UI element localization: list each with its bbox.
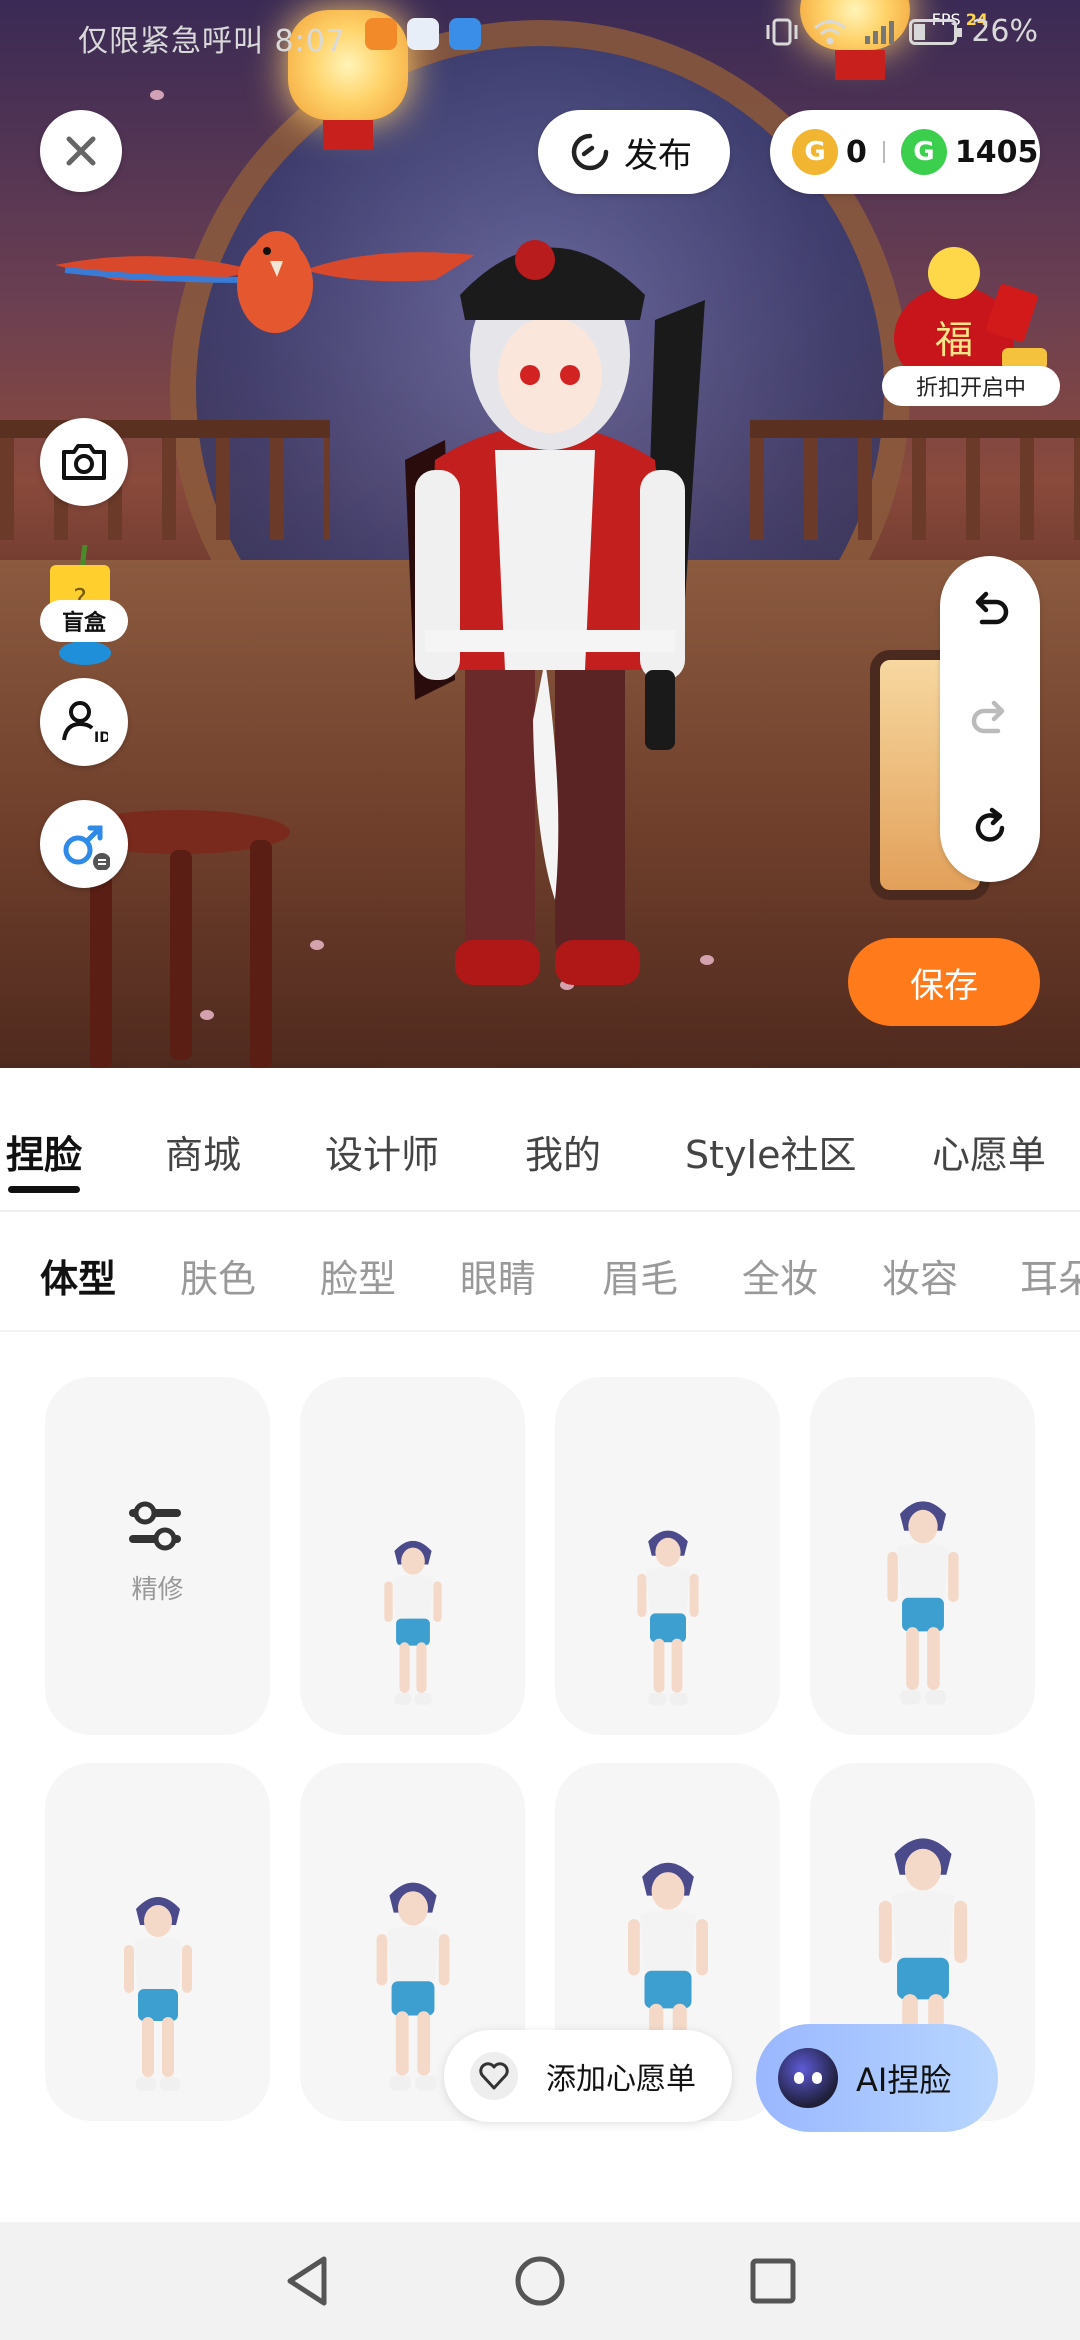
petal [310, 940, 324, 950]
subtab-eyebrows[interactable]: 眉毛 [602, 1248, 678, 1303]
wifi-icon [814, 19, 847, 44]
body-figure [376, 1882, 449, 2091]
undo-icon[interactable] [968, 588, 1012, 632]
close-button[interactable] [40, 110, 122, 192]
right-railing [750, 420, 1080, 540]
app-root: 仅限紧急呼叫 8:07 FPS 24 26% 发布 G 0 G 1405 福 折… [0, 0, 1080, 2340]
save-button[interactable]: 保存 [848, 938, 1040, 1026]
history-panel [940, 556, 1040, 882]
status-text: 仅限紧急呼叫 8:07 [78, 24, 346, 59]
refine-label: 精修 [131, 1575, 184, 1605]
body-type-option[interactable] [810, 1377, 1035, 1735]
add-wishlist-button[interactable]: 添加心愿单 [444, 2030, 732, 2122]
body-figure [383, 1540, 442, 1705]
petal [200, 1010, 214, 1020]
active-tab-indicator [8, 1186, 80, 1193]
blindbox-label[interactable]: 盲盒 [40, 600, 128, 642]
heart-icon [470, 2052, 518, 2100]
main-tabs: 捏脸 商城 设计师 我的 Style社区 心愿单 [0, 1068, 1080, 1212]
tab-designer[interactable]: 设计师 [325, 1124, 439, 1179]
body-type-option[interactable] [555, 1377, 780, 1735]
subtab-ears[interactable]: 耳朵 [1020, 1248, 1080, 1303]
battery-percent: 26% [971, 14, 1038, 49]
body-figure [636, 1530, 699, 1706]
subtab-eyes[interactable]: 眼睛 [460, 1248, 536, 1303]
home-nav-icon[interactable] [512, 2253, 568, 2309]
ai-face-label: AI捏脸 [856, 2061, 952, 2099]
no-signal-icon [865, 20, 895, 44]
gold-coin-icon: G [792, 129, 838, 175]
publish-icon [571, 133, 609, 171]
category-subtabs: 体型 肤色 脸型 眼睛 眉毛 全妆 妆容 耳朵 [0, 1212, 1080, 1332]
status-right: 26% [765, 14, 1038, 49]
subtab-face-shape[interactable]: 脸型 [320, 1248, 396, 1303]
ai-face-button[interactable]: AI捏脸 [756, 2024, 998, 2132]
battery-icon [909, 18, 963, 45]
gender-switch-button[interactable] [40, 800, 128, 888]
camera-button[interactable] [40, 418, 128, 506]
tab-wishlist[interactable]: 心愿单 [932, 1124, 1046, 1179]
tab-face-edit[interactable]: 捏脸 [6, 1124, 82, 1179]
tab-style-community[interactable]: Style社区 [685, 1124, 856, 1179]
male-gender-icon [63, 825, 110, 870]
camera-icon [62, 444, 106, 480]
body-figure [123, 1897, 192, 2091]
body-type-option[interactable] [300, 1377, 525, 1735]
green-coin-amount: 1405 [954, 134, 1039, 170]
subtab-makeup[interactable]: 妆容 [882, 1248, 958, 1303]
notification-icons [365, 18, 481, 50]
wishlist-label: 添加心愿单 [546, 2062, 696, 2097]
body-type-option[interactable] [45, 1763, 270, 2121]
browser-app-icon [407, 18, 439, 50]
ai-robot-icon [778, 2048, 838, 2108]
subtab-skin-tone[interactable]: 肤色 [180, 1248, 256, 1303]
petal [150, 90, 164, 100]
tab-shop[interactable]: 商城 [165, 1124, 241, 1179]
green-coin-icon: G [900, 129, 947, 175]
redo-icon[interactable] [968, 697, 1012, 741]
close-icon [66, 136, 96, 166]
video-app-icon [365, 18, 397, 50]
body-figure [886, 1501, 959, 1705]
svg-text:ID: ID [94, 730, 108, 746]
tab-mine[interactable]: 我的 [525, 1124, 601, 1179]
refine-card[interactable]: 精修 [45, 1377, 270, 1735]
avatar-id-icon: ID [62, 701, 108, 746]
gold-coin-amount: 0 [846, 134, 867, 170]
publish-button[interactable]: 发布 [538, 110, 730, 194]
avatar-character[interactable] [405, 200, 705, 1000]
lucky-bag-glyph: 福 [935, 318, 973, 362]
avatar-id-button[interactable]: ID [40, 678, 128, 766]
currency-balance[interactable]: G 0 G 1405 [770, 110, 1040, 194]
sliders-icon [129, 1501, 181, 1551]
subtab-full-makeup[interactable]: 全妆 [742, 1248, 818, 1303]
reset-icon[interactable] [968, 806, 1012, 850]
discount-label[interactable]: 折扣开启中 [882, 366, 1060, 406]
subtab-body-type[interactable]: 体型 [40, 1248, 116, 1303]
weather-app-icon [449, 18, 481, 50]
publish-label: 发布 [624, 135, 692, 176]
status-bar: 仅限紧急呼叫 8:07 FPS 24 26% [0, 0, 1080, 72]
system-nav-bar [0, 2222, 1080, 2340]
vibrate-icon [766, 18, 798, 45]
currency-divider [882, 141, 885, 163]
recents-nav-icon[interactable] [748, 2256, 798, 2306]
back-nav-icon[interactable] [282, 2253, 332, 2309]
